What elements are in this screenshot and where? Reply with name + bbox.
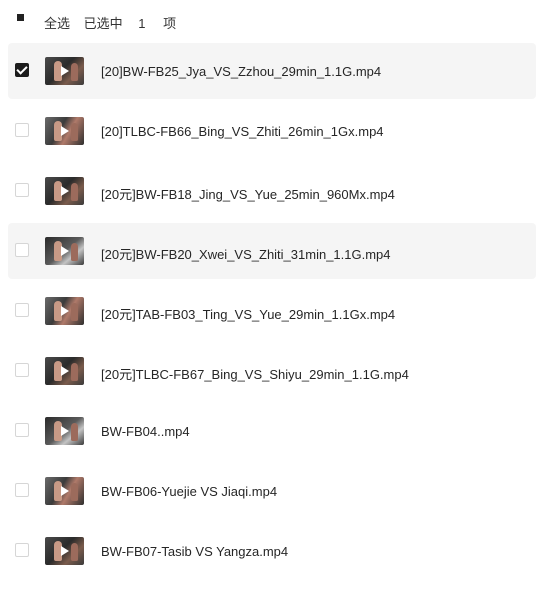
file-name[interactable]: [20元]TAB-FB03_Ting_VS_Yue_29min_1.1Gx.mp… [101,304,395,323]
play-icon [61,366,69,376]
partial-select-indicator [17,14,24,21]
play-icon [61,66,69,76]
play-icon [61,126,69,136]
file-name[interactable]: BW-FB04..mp4 [101,424,190,439]
file-row[interactable]: [20元]BW-FB20_Xwei_VS_Zhiti_31min_1.1G.mp… [8,223,536,279]
file-row[interactable]: BW-FB06-Yuejie VS Jiaqi.mp4 [8,463,536,519]
video-thumbnail[interactable] [45,297,84,325]
play-icon [61,246,69,256]
file-checkbox[interactable] [15,243,29,257]
play-icon [61,306,69,316]
file-row[interactable]: [20元]BW-FB18_Jing_VS_Yue_25min_960Mx.mp4 [8,163,536,219]
select-all-label[interactable]: 全选 [44,16,70,31]
file-checkbox[interactable] [15,363,29,377]
video-thumbnail[interactable] [45,57,84,85]
video-thumbnail[interactable] [45,177,84,205]
file-row[interactable]: [20元]TAB-FB03_Ting_VS_Yue_29min_1.1Gx.mp… [8,283,536,339]
file-checkbox[interactable] [15,183,29,197]
file-name[interactable]: [20]TLBC-FB66_Bing_VS_Zhiti_26min_1Gx.mp… [101,124,384,139]
file-row[interactable]: [20]TLBC-FB66_Bing_VS_Zhiti_26min_1Gx.mp… [8,103,536,159]
selection-header: 全选 已选中 1 项 [0,0,536,40]
file-checkbox[interactable] [15,543,29,557]
file-row[interactable]: [20]BW-FB25_Jya_VS_Zzhou_29min_1.1G.mp4 [8,43,536,99]
file-list: [20]BW-FB25_Jya_VS_Zzhou_29min_1.1G.mp4 … [8,43,536,583]
selected-suffix: 项 [163,16,177,31]
video-thumbnail[interactable] [45,537,84,565]
video-thumbnail[interactable] [45,477,84,505]
video-thumbnail[interactable] [45,117,84,145]
selected-count: 1 [138,16,146,31]
file-checkbox[interactable] [15,303,29,317]
file-name[interactable]: [20]BW-FB25_Jya_VS_Zzhou_29min_1.1G.mp4 [101,64,381,79]
selection-summary: 全选 已选中 1 项 [44,13,186,32]
play-icon [61,546,69,556]
file-name[interactable]: [20元]TLBC-FB67_Bing_VS_Shiyu_29min_1.1G.… [101,364,409,383]
play-icon [61,486,69,496]
file-name[interactable]: BW-FB06-Yuejie VS Jiaqi.mp4 [101,484,277,499]
video-thumbnail[interactable] [45,417,84,445]
selected-prefix: 已选中 [83,16,123,31]
select-all-checkbox[interactable] [11,8,29,26]
video-thumbnail[interactable] [45,237,84,265]
file-name[interactable]: BW-FB07-Tasib VS Yangza.mp4 [101,544,288,559]
play-icon [61,186,69,196]
file-row[interactable]: [20元]TLBC-FB67_Bing_VS_Shiyu_29min_1.1G.… [8,343,536,399]
file-name[interactable]: [20元]BW-FB20_Xwei_VS_Zhiti_31min_1.1G.mp… [101,244,391,263]
video-thumbnail[interactable] [45,357,84,385]
file-row[interactable]: BW-FB07-Tasib VS Yangza.mp4 [8,523,536,579]
file-row[interactable]: BW-FB04..mp4 [8,403,536,459]
file-checkbox[interactable] [15,483,29,497]
play-icon [61,426,69,436]
file-checkbox[interactable] [15,63,29,77]
file-checkbox[interactable] [15,123,29,137]
file-checkbox[interactable] [15,423,29,437]
file-name[interactable]: [20元]BW-FB18_Jing_VS_Yue_25min_960Mx.mp4 [101,184,395,203]
